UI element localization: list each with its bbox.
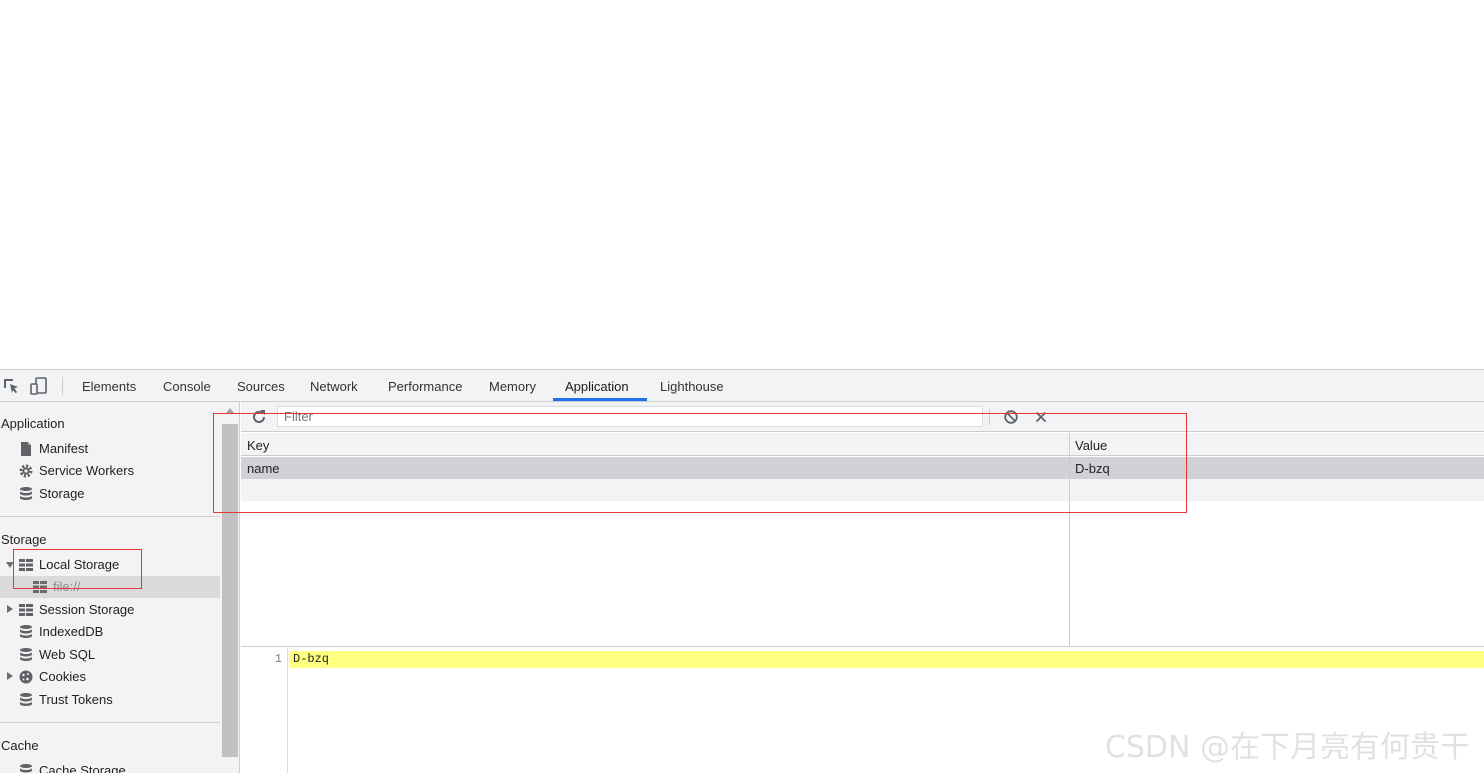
local-storage-panel: Key Value name D-bzq 1 D-bzq: [241, 402, 1484, 773]
tab-sources[interactable]: Sources: [237, 370, 285, 401]
file-icon: [21, 442, 31, 456]
sidebar-item-manifest[interactable]: Manifest: [0, 438, 220, 460]
active-tab-indicator: [553, 398, 647, 401]
expand-arrow-icon[interactable]: [6, 562, 14, 568]
tab-elements[interactable]: Elements: [82, 370, 136, 401]
refresh-icon[interactable]: [251, 409, 267, 425]
expand-arrow-icon[interactable]: [7, 672, 13, 680]
line-number: 1: [274, 652, 282, 666]
column-divider[interactable]: [1069, 433, 1070, 646]
inspect-element-icon[interactable]: [2, 377, 20, 395]
tab-performance[interactable]: Performance: [388, 370, 462, 401]
table-row[interactable]: name D-bzq: [241, 457, 1484, 479]
grid-icon: [33, 581, 47, 593]
sidebar-item-cookies[interactable]: Cookies: [0, 666, 220, 688]
sidebar-item-label: IndexedDB: [39, 624, 104, 639]
preview-text: D-bzq: [293, 652, 330, 666]
sidebar-item-label: Session Storage: [39, 602, 135, 617]
sidebar-item-label: Trust Tokens: [39, 692, 113, 707]
row-value: D-bzq: [1075, 461, 1110, 476]
sidebar-item-label: Service Workers: [39, 463, 135, 478]
table-row-empty[interactable]: [241, 479, 1484, 501]
grid-icon: [19, 559, 33, 571]
sidebar-item-session-storage[interactable]: Session Storage: [0, 599, 220, 621]
tab-application[interactable]: Application: [565, 370, 629, 401]
database-icon: [20, 487, 32, 500]
sidebar-item-label: Cookies: [39, 669, 86, 684]
column-header-value[interactable]: Value: [1075, 438, 1107, 453]
database-icon: [20, 693, 32, 706]
row-key: name: [247, 461, 280, 476]
devtools-tabbar: Elements Console Sources Network Perform…: [0, 370, 1484, 402]
line-gutter: 1: [241, 648, 288, 773]
sidebar-item-local-storage-file[interactable]: file://: [0, 576, 220, 598]
database-icon: [20, 648, 32, 661]
sidebar-item-trust-tokens[interactable]: Trust Tokens: [0, 689, 220, 711]
sidebar-item-storage[interactable]: Storage: [0, 483, 220, 505]
section-divider: [0, 722, 220, 723]
scrollbar-thumb[interactable]: [222, 424, 238, 757]
cookie-icon: [19, 670, 33, 684]
section-title-storage: Storage: [1, 532, 47, 547]
tab-lighthouse[interactable]: Lighthouse: [660, 370, 724, 401]
sidebar-item-label: Manifest: [39, 441, 89, 456]
tab-memory[interactable]: Memory: [489, 370, 536, 401]
toolbar-separator: [989, 409, 990, 425]
devtools-panel: Elements Console Sources Network Perform…: [0, 369, 1484, 773]
tab-console[interactable]: Console: [163, 370, 211, 401]
application-sidebar: Application Manifest Service Workers Sto…: [0, 402, 240, 773]
column-header-key[interactable]: Key: [247, 438, 269, 453]
filter-input[interactable]: [277, 406, 983, 427]
gear-icon: [19, 464, 33, 478]
table-header: Key Value: [241, 433, 1484, 456]
expand-arrow-icon[interactable]: [7, 605, 13, 613]
section-title-cache: Cache: [1, 738, 39, 753]
sidebar-item-label: Web SQL: [39, 647, 96, 662]
sidebar-item-local-storage[interactable]: Local Storage: [0, 554, 220, 576]
sidebar-item-label: Storage: [39, 486, 85, 501]
toolbar-separator: [62, 377, 63, 395]
watermark-text: CSDN @在下月亮有何贵干: [1104, 730, 1470, 765]
section-title-application: Application: [1, 416, 65, 431]
sidebar-item-cache-storage[interactable]: Cache Storage: [0, 760, 220, 773]
clear-all-icon[interactable]: [1003, 409, 1019, 425]
sidebar-item-label: file://: [53, 579, 81, 594]
section-divider: [0, 516, 220, 517]
grid-icon: [19, 604, 33, 616]
inspected-page: [0, 0, 1484, 369]
close-icon[interactable]: [1033, 409, 1049, 425]
sidebar-item-service-workers[interactable]: Service Workers: [0, 460, 220, 482]
storage-table: Key Value name D-bzq: [241, 433, 1484, 647]
storage-toolbar: [241, 402, 1484, 432]
scroll-up-arrow-icon[interactable]: [226, 408, 234, 413]
sidebar-item-label: Local Storage: [39, 557, 120, 572]
database-icon: [20, 625, 32, 638]
tab-network[interactable]: Network: [310, 370, 358, 401]
sidebar-item-indexeddb[interactable]: IndexedDB: [0, 621, 220, 643]
sidebar-item-web-sql[interactable]: Web SQL: [0, 644, 220, 666]
preview-line[interactable]: D-bzq: [289, 651, 1484, 668]
device-toolbar-icon[interactable]: [30, 377, 48, 395]
